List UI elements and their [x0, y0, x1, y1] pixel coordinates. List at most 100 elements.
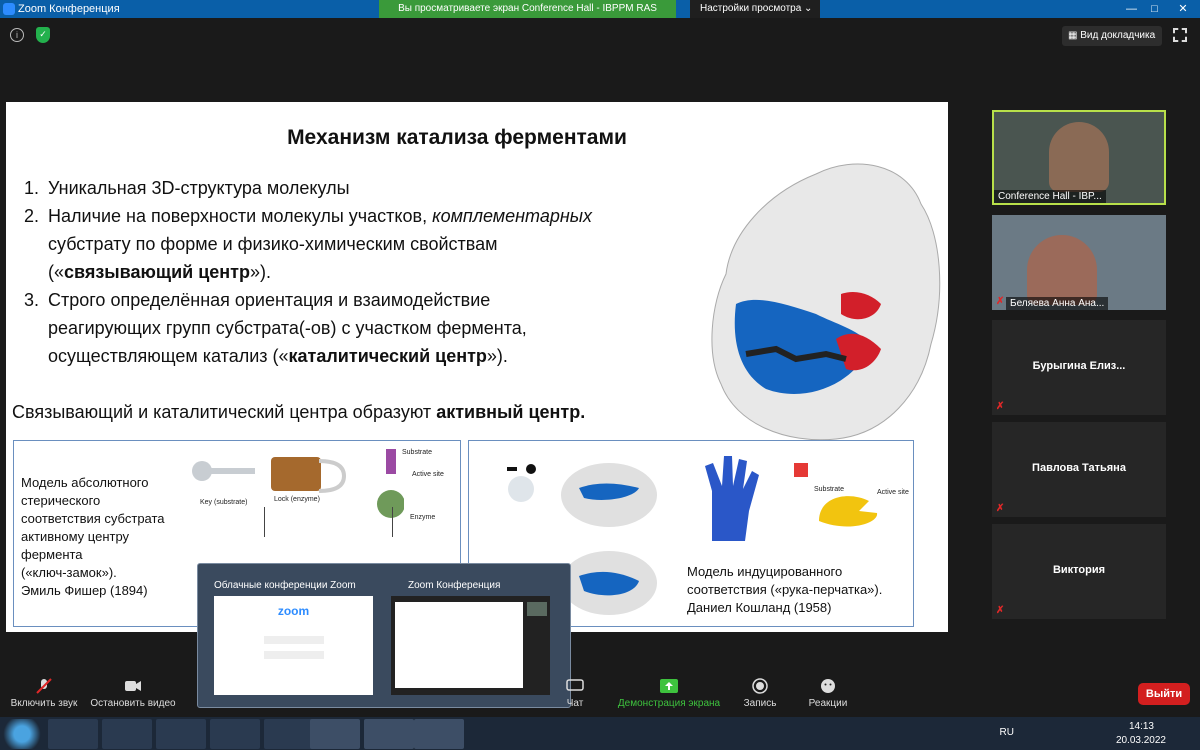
- video-camera-icon: [125, 681, 141, 691]
- unmute-button[interactable]: Включить звук: [4, 672, 84, 709]
- item-text: Наличие на поверхности молекулы участков…: [48, 206, 433, 226]
- text-line: стерического: [21, 493, 101, 508]
- thumbnail-button: [264, 636, 324, 644]
- thumbnail-title-meeting: Zoom Конференция: [408, 580, 501, 591]
- close-button[interactable]: ✕: [1166, 0, 1200, 18]
- app-taskbar-icon[interactable]: [264, 719, 314, 749]
- induced-fit-description: Модель индуцированного соответствия («ру…: [687, 563, 882, 617]
- speaker-view-label: Вид докладчика: [1080, 30, 1156, 41]
- induced-fit-shape-illustration: [794, 463, 878, 527]
- participant-tile[interactable]: Павлова Татьяна ✗: [992, 422, 1166, 517]
- word-taskbar-icon[interactable]: [414, 719, 464, 749]
- maximize-button[interactable]: □: [1143, 0, 1166, 18]
- participant-tile[interactable]: Бурыгина Елиз... ✗: [992, 320, 1166, 415]
- enzyme-surface-image: [711, 163, 941, 441]
- clock-date[interactable]: 20.03.2022: [1116, 735, 1166, 746]
- lock-label: Lock (enzyme): [274, 496, 320, 503]
- participant-video: [1027, 235, 1097, 305]
- minimize-button[interactable]: —: [1120, 0, 1143, 18]
- lock-key-description: Модель абсолютного стерического соответс…: [21, 474, 165, 600]
- participant-name: Conference Hall - IBP...: [994, 190, 1106, 203]
- substrate-enzyme-illustration: [377, 449, 404, 518]
- reactions-label: Реакции: [808, 698, 848, 709]
- muted-mic-icon: ✗: [996, 503, 1005, 514]
- text-line: Эмиль Фишер (1894): [21, 583, 148, 598]
- shield-check-icon[interactable]: ✓: [36, 27, 50, 43]
- folder-taskbar-icon[interactable]: [102, 719, 152, 749]
- fullscreen-icon[interactable]: [1173, 28, 1187, 42]
- item-text: Строго определённая ориентация и взаимод…: [48, 290, 491, 310]
- meeting-topbar: i ✓ ▦ Вид докладчика: [0, 22, 1200, 48]
- lock-illustration: [271, 457, 347, 493]
- share-screen-button[interactable]: Демонстрация экрана: [614, 672, 724, 709]
- glove-illustration: [705, 456, 759, 541]
- muted-mic-icon: ✗: [996, 605, 1005, 616]
- enzyme-bound-illustration: [561, 551, 657, 615]
- speaker-view-button[interactable]: ▦ Вид докладчика: [1062, 26, 1162, 46]
- text-line: соответствия субстрата: [21, 511, 165, 526]
- zoom-app-icon: [3, 3, 15, 15]
- participant-tile[interactable]: Виктория ✗: [992, 524, 1166, 619]
- language-indicator[interactable]: RU: [1000, 727, 1014, 738]
- text-fragment: »).: [486, 346, 508, 366]
- active-center-term: активный центр.: [436, 402, 586, 422]
- text-fragment: осуществляющем катализ («: [48, 346, 289, 366]
- ie-taskbar-icon[interactable]: [48, 719, 98, 749]
- text-fragment: Связывающий и каталитический центра обра…: [12, 402, 437, 422]
- muted-mic-icon: ✗: [996, 296, 1005, 307]
- arrow-down: [264, 507, 265, 537]
- thumbnail-title-cloud: Облачные конференции Zoom: [214, 580, 356, 591]
- windows-taskbar: RU 14:13 20.03.2022: [0, 717, 1200, 750]
- media-taskbar-icon[interactable]: [156, 719, 206, 749]
- opera-taskbar-icon[interactable]: [210, 719, 260, 749]
- text-line: фермента: [21, 547, 83, 562]
- record-button[interactable]: Запись: [738, 672, 782, 709]
- slide-item-3: 3. Строго определённая ориентация и взаим…: [24, 286, 490, 314]
- item-text: Уникальная 3D-структура молекулы: [48, 178, 350, 198]
- clock-time[interactable]: 14:13: [1129, 721, 1154, 732]
- text-fragment: »).: [249, 262, 271, 282]
- info-icon[interactable]: i: [10, 28, 24, 42]
- participant-name: Бурыгина Елиз...: [1032, 360, 1126, 372]
- item-italic-text: комплементарных: [432, 206, 593, 226]
- participant-tile[interactable]: Conference Hall - IBP...: [992, 110, 1166, 205]
- enzyme-induced-illustration: [561, 463, 657, 527]
- start-button[interactable]: [0, 719, 44, 749]
- slide-item-2-line3: («связывающий центр»).: [48, 258, 271, 286]
- text-line: Даниел Кошланд (1958): [687, 600, 832, 615]
- participant-video: [1049, 122, 1109, 192]
- slide-title: Механизм катализа ферментами: [287, 126, 627, 149]
- binding-center-term: связывающий центр: [64, 262, 250, 282]
- muted-mic-icon: ✗: [996, 401, 1005, 412]
- share-screen-icon: [660, 679, 678, 693]
- chat-button[interactable]: Чат: [560, 672, 590, 709]
- slide-item-2-line2: субстрату по форме и физико-химическим с…: [48, 234, 498, 254]
- participant-name: Беляева Анна Ана...: [1006, 297, 1109, 310]
- window-title: Zoom Конференция: [18, 3, 120, 15]
- leave-meeting-button[interactable]: Выйти: [1138, 683, 1190, 705]
- unmute-label: Включить звук: [10, 698, 78, 709]
- item-number: 1.: [24, 178, 40, 198]
- text-line: активному центру: [21, 529, 130, 544]
- arrow-down: [392, 507, 393, 537]
- meeting-controls: Включить звук Остановить видео Чат Демон…: [0, 672, 1200, 717]
- zoom-logo: zoom: [277, 604, 310, 618]
- zoom-taskbar-icon[interactable]: [364, 719, 414, 749]
- smiley-icon: [821, 679, 835, 693]
- participant-tile[interactable]: ✗ Беляева Анна Ана...: [992, 215, 1166, 310]
- text-fragment: («: [48, 262, 65, 282]
- reactions-button[interactable]: Реакции: [806, 672, 850, 709]
- shared-screen-slide: Механизм катализа ферментами 1. Уникальна…: [6, 102, 948, 632]
- active-site-label: Active site: [877, 489, 909, 496]
- stop-video-button[interactable]: Остановить видео: [88, 672, 178, 709]
- item-number: 3.: [24, 290, 40, 310]
- view-settings-dropdown[interactable]: Настройки просмотра ⌄: [690, 0, 820, 18]
- participant-gallery: Conference Hall - IBP... ✗ Беляева Анна …: [960, 100, 1200, 630]
- chat-label: Чат: [566, 698, 584, 709]
- key-illustration: [192, 461, 255, 481]
- substrate-fragment-illustration: [507, 464, 536, 502]
- catalytic-center-term: каталитический центр: [288, 346, 487, 366]
- text-line: Модель индуцированного: [687, 564, 843, 579]
- chrome-taskbar-icon[interactable]: [310, 719, 360, 749]
- chat-icon: [566, 679, 584, 691]
